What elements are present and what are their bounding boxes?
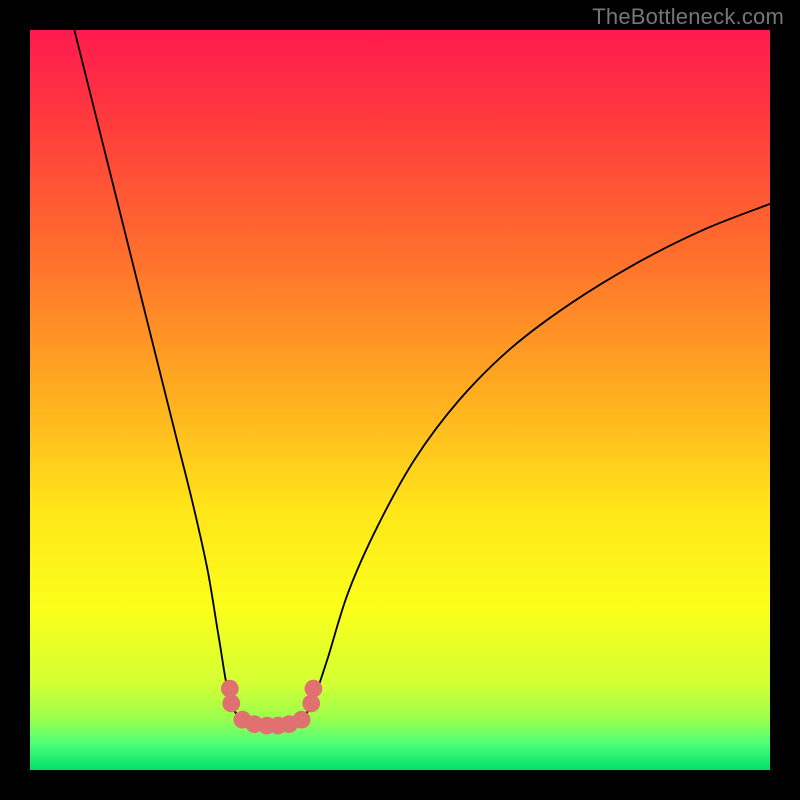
curve-right — [289, 204, 770, 724]
watermark-text: TheBottleneck.com — [592, 4, 784, 30]
plot-area — [30, 30, 770, 770]
marker-dot — [222, 695, 240, 713]
marker-dot — [305, 680, 323, 698]
marker-dot — [293, 711, 311, 729]
curve-layer — [30, 30, 770, 770]
marker-group — [221, 680, 322, 735]
outer-frame: TheBottleneck.com — [0, 0, 800, 800]
curve-left — [74, 30, 254, 724]
